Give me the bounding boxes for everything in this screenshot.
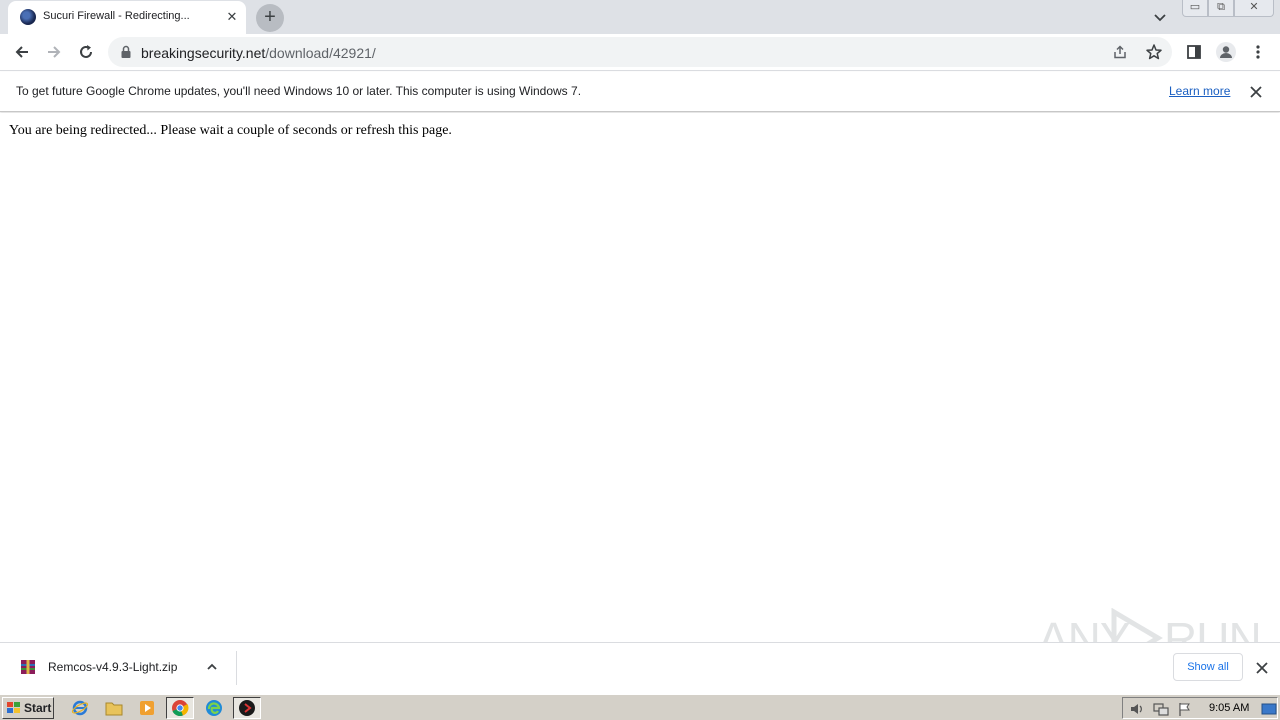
edge-icon [206, 700, 222, 716]
infobar-close-icon[interactable] [1248, 84, 1264, 100]
download-filename[interactable]: Remcos-v4.9.3-Light.zip [48, 660, 177, 674]
shelf-divider [236, 651, 237, 685]
forward-arrow-icon [48, 46, 61, 58]
dark-app-icon [239, 700, 255, 716]
start-button[interactable]: Start [2, 697, 54, 719]
reload-button[interactable] [74, 40, 98, 64]
folder-icon [105, 702, 123, 716]
volume-icon[interactable] [1129, 701, 1145, 717]
windows-taskbar: Start 9:05 AM [0, 694, 1280, 720]
explorer-taskbar-button[interactable] [100, 697, 128, 719]
system-tray: 9:05 AM [1122, 697, 1278, 719]
restore-button[interactable]: ⧉ [1208, 0, 1234, 17]
menu-button[interactable] [1246, 40, 1270, 64]
side-panel-icon [1187, 45, 1201, 59]
lock-icon[interactable] [120, 45, 132, 59]
edge-taskbar-button[interactable] [200, 697, 228, 719]
reload-icon [80, 45, 92, 58]
forward-button[interactable] [42, 40, 66, 64]
browser-tab[interactable]: Sucuri Firewall - Redirecting... ✕ [8, 1, 246, 34]
share-icon[interactable] [1112, 44, 1128, 60]
url-path: /download/42921/ [265, 45, 376, 61]
learn-more-link[interactable]: Learn more [1169, 84, 1230, 98]
window-close-button[interactable]: ✕ [1234, 0, 1274, 17]
clock[interactable]: 9:05 AM [1209, 702, 1249, 714]
address-bar[interactable]: breakingsecurity.net/download/42921/ [108, 37, 1172, 67]
new-tab-button[interactable]: + [256, 4, 284, 32]
back-button[interactable] [10, 40, 34, 64]
network-icon[interactable] [1153, 701, 1169, 717]
windows-logo-icon [7, 702, 20, 713]
chrome-taskbar-button[interactable] [166, 697, 194, 719]
update-infobar: To get future Google Chrome updates, you… [0, 72, 1280, 112]
site-favicon-icon [20, 9, 36, 25]
download-options-chevron-icon[interactable] [205, 660, 219, 674]
back-arrow-icon [15, 46, 28, 58]
media-player-icon [140, 701, 154, 715]
start-label: Start [24, 701, 52, 715]
side-panel-button[interactable] [1182, 40, 1206, 64]
url-domain: breakingsecurity.net [141, 45, 266, 61]
minimize-button[interactable]: ▭ [1182, 0, 1208, 17]
show-all-button[interactable]: Show all [1173, 653, 1243, 681]
window-controls: ▭ ⧉ ✕ [1182, 0, 1274, 20]
page-content: You are being redirected... Please wait … [0, 113, 1280, 668]
action-center-flag-icon[interactable] [1177, 701, 1193, 717]
downloads-shelf: Remcos-v4.9.3-Light.zip Show all [0, 642, 1280, 692]
kebab-menu-icon [1256, 45, 1260, 59]
chrome-icon [172, 700, 189, 717]
tab-title: Sucuri Firewall - Redirecting... [43, 10, 190, 22]
redirect-message: You are being redirected... Please wait … [9, 123, 452, 138]
bookmark-star-icon[interactable] [1145, 43, 1163, 61]
tab-strip: Sucuri Firewall - Redirecting... ✕ + ▭ ⧉… [0, 0, 1280, 34]
internet-explorer-icon [71, 700, 89, 716]
tab-search-chevron-icon[interactable] [1152, 9, 1168, 25]
media-player-taskbar-button[interactable] [133, 697, 161, 719]
app-taskbar-button[interactable] [233, 697, 261, 719]
zip-archive-icon [21, 660, 35, 674]
browser-toolbar: breakingsecurity.net/download/42921/ [0, 34, 1280, 71]
profile-button[interactable] [1214, 40, 1238, 64]
tab-close-icon[interactable]: ✕ [224, 9, 240, 25]
profile-avatar-icon [1216, 42, 1236, 62]
show-desktop-icon[interactable] [1261, 701, 1277, 717]
shelf-close-icon[interactable] [1255, 661, 1269, 675]
internet-explorer-taskbar-button[interactable] [66, 697, 94, 719]
infobar-message: To get future Google Chrome updates, you… [16, 84, 582, 98]
url-text[interactable]: breakingsecurity.net/download/42921/ [141, 45, 376, 61]
